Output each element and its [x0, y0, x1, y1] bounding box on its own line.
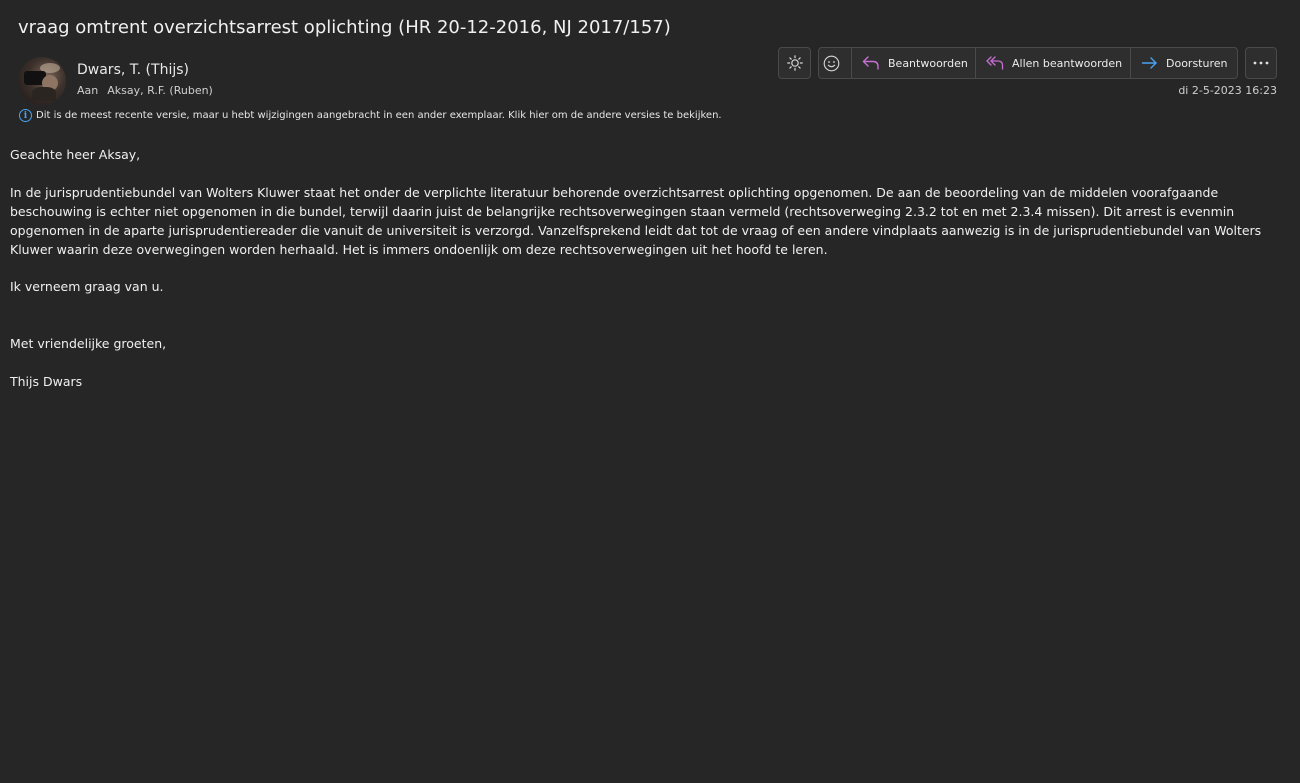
sender-avatar[interactable] — [18, 57, 66, 105]
smiley-icon — [823, 55, 839, 71]
reply-all-icon — [986, 56, 1004, 70]
email-body: Geachte heer Aksay, In de jurisprudentie… — [10, 145, 1285, 391]
reply-all-label: Allen beantwoorden — [1012, 56, 1123, 70]
forward-button[interactable]: Doorsturen — [1131, 48, 1237, 78]
reply-label: Beantwoorden — [888, 56, 968, 70]
main-paragraph: In de jurisprudentiebundel van Wolters K… — [10, 185, 1262, 257]
reply-icon — [862, 56, 879, 70]
email-subject: vraag omtrent overzichtsarrest oplichtin… — [18, 17, 671, 38]
greeting: Geachte heer Aksay, — [10, 147, 141, 162]
sent-date: di 2-5-2023 16:23 — [1178, 84, 1277, 97]
theme-toggle-button[interactable] — [778, 47, 811, 79]
recipient-line: Aan Aksay, R.F. (Ruben) — [77, 84, 213, 97]
reply-button[interactable]: Beantwoorden — [852, 48, 976, 78]
version-info-bar[interactable]: i Dit is de meest recente versie, maar u… — [19, 109, 722, 122]
info-icon: i — [19, 109, 32, 122]
forward-icon — [1141, 57, 1157, 69]
signature: Thijs Dwars — [10, 374, 83, 389]
more-actions-button[interactable] — [1245, 47, 1277, 79]
reaction-button[interactable] — [819, 48, 852, 78]
more-icon — [1253, 61, 1269, 65]
reply-all-button[interactable]: Allen beantwoorden — [976, 48, 1131, 78]
to-label: Aan — [77, 84, 99, 97]
forward-label: Doorsturen — [1166, 56, 1228, 70]
version-info-text[interactable]: Dit is de meest recente versie, maar u h… — [36, 110, 722, 121]
sun-icon — [786, 55, 803, 71]
recipient-name[interactable]: Aksay, R.F. (Ruben) — [107, 84, 213, 97]
closing-line: Met vriendelijke groeten, — [10, 336, 167, 351]
message-actions: Beantwoorden Allen beantwoorden Doorstur… — [818, 47, 1238, 79]
sender-name[interactable]: Dwars, T. (Thijs) — [77, 62, 189, 78]
request-line: Ik verneem graag van u. — [10, 279, 164, 294]
